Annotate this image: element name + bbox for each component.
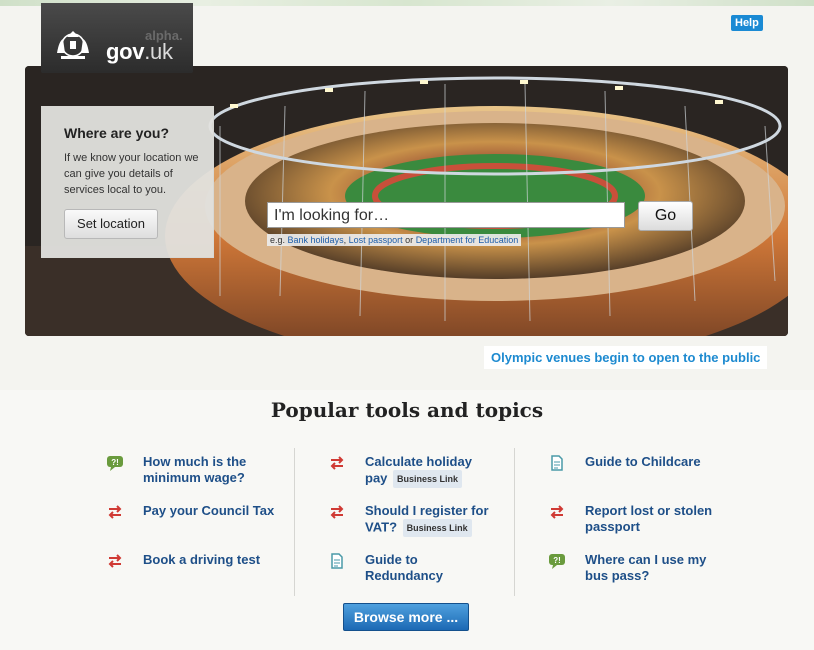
topic-line: pay xyxy=(365,470,388,486)
topic-lost-passport[interactable]: Report lost or stolen passport xyxy=(550,503,765,535)
transaction-arrows-icon xyxy=(330,505,344,519)
transaction-arrows-icon xyxy=(108,505,122,519)
location-description: If we know your location we can give you… xyxy=(64,152,199,196)
feature-news-link[interactable]: Olympic venues begin to open to the publ… xyxy=(484,346,768,369)
topic-redundancy[interactable]: Guide to Redundancy xyxy=(331,552,545,584)
hint-link-department-for-education[interactable]: Department for Education xyxy=(416,235,519,245)
topic-childcare[interactable]: Guide to Childcare xyxy=(551,454,765,471)
document-icon xyxy=(331,553,343,569)
document-icon xyxy=(551,455,563,471)
hint-separator: or xyxy=(405,235,414,245)
topic-register-vat[interactable]: Should I register for VAT? Business Link xyxy=(330,503,545,537)
royal-crest-icon xyxy=(57,31,89,59)
logo-gov-text: gov xyxy=(106,39,145,64)
topic-line: Calculate holiday xyxy=(365,454,472,469)
topic-line-with-badge: pay Business Link xyxy=(365,470,545,488)
topic-minimum-wage[interactable]: ?! How much is the minimum wage? xyxy=(107,454,323,486)
topic-driving-test[interactable]: Book a driving test xyxy=(108,552,323,568)
go-button[interactable]: Go xyxy=(638,201,693,231)
hint-link-bank-holidays[interactable]: Bank holidays xyxy=(288,235,344,245)
topic-line: Guide to Childcare xyxy=(585,454,701,469)
svg-text:?!: ?! xyxy=(111,458,119,467)
topic-line: How much is the xyxy=(143,454,247,469)
location-title: Where are you? xyxy=(64,125,170,141)
logo-uk-text: .uk xyxy=(144,39,173,64)
topic-line: Book a driving test xyxy=(143,552,261,567)
site-logo[interactable]: alpha. gov.uk xyxy=(41,3,193,73)
hint-separator: , xyxy=(343,235,347,245)
topic-line: Report lost or stolen xyxy=(585,503,713,518)
transaction-arrows-icon xyxy=(330,456,344,470)
business-link-badge: Business Link xyxy=(402,519,472,537)
help-button[interactable]: Help xyxy=(731,15,763,31)
topic-line: Where can I use my xyxy=(585,552,707,567)
transaction-arrows-icon xyxy=(550,505,564,519)
topic-council-tax[interactable]: Pay your Council Tax xyxy=(108,503,323,519)
topic-holiday-pay[interactable]: Calculate holiday pay Business Link xyxy=(330,454,545,488)
transaction-arrows-icon xyxy=(108,554,122,568)
topic-line: minimum wage? xyxy=(143,470,245,485)
browse-more-button[interactable]: Browse more ... xyxy=(343,603,469,631)
topic-line: bus pass? xyxy=(585,568,650,583)
topic-line: Redundancy xyxy=(365,568,444,583)
speech-bubble-icon: ?! xyxy=(107,456,123,471)
hint-link-lost-passport[interactable]: Lost passport xyxy=(349,235,403,245)
svg-text:?!: ?! xyxy=(553,556,561,565)
section-title: Popular tools and topics xyxy=(270,398,544,422)
topic-line: VAT? xyxy=(365,519,398,535)
topic-bus-pass[interactable]: ?! Where can I use my bus pass? xyxy=(549,552,765,584)
speech-bubble-icon: ?! xyxy=(549,554,565,569)
logo-wordmark: gov.uk xyxy=(106,39,173,65)
topic-line-with-badge: VAT? Business Link xyxy=(365,519,545,537)
location-panel: Where are you? If we know your location … xyxy=(41,106,214,258)
hint-prefix: e.g. xyxy=(270,235,286,245)
popular-tools-section: Popular tools and topics ?! How much is … xyxy=(0,390,814,650)
set-location-button[interactable]: Set location xyxy=(64,209,158,239)
topic-line: Should I register for xyxy=(365,503,489,518)
business-link-badge: Business Link xyxy=(393,470,463,488)
search-input[interactable]: I'm looking for… xyxy=(267,202,625,228)
topic-line: passport xyxy=(585,519,640,534)
topic-line: Guide to xyxy=(365,552,418,567)
search-hint: e.g. Bank holidays, Lost passport or Dep… xyxy=(267,234,522,246)
topic-line: Pay your Council Tax xyxy=(143,503,275,518)
